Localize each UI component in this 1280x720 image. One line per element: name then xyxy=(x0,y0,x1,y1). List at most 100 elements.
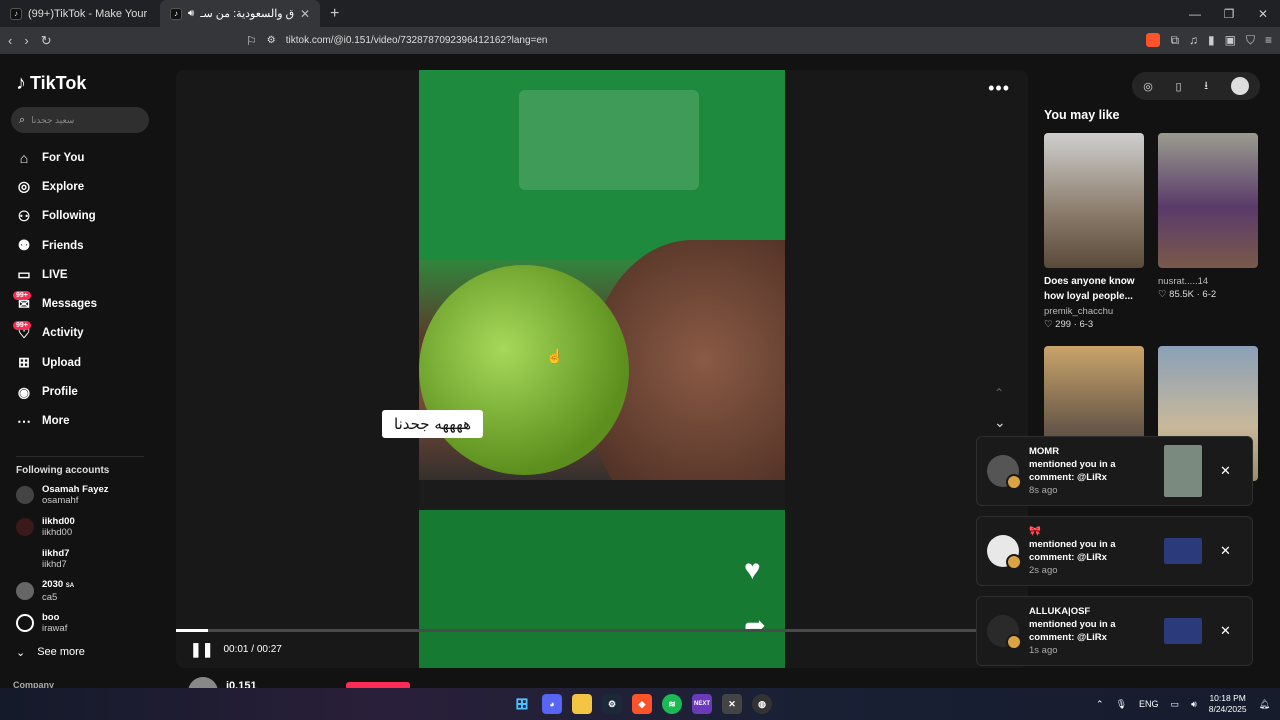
nav-profile[interactable]: ◉ Profile xyxy=(16,377,165,406)
account-item[interactable]: 2030 SA ca5 xyxy=(16,578,165,604)
file-explorer-icon[interactable] xyxy=(572,694,592,714)
card-title[interactable]: Does anyone know how loyal people... xyxy=(1044,274,1144,304)
account-item[interactable]: Osamah Fayez osamahf xyxy=(16,482,165,508)
misc-app-icon[interactable]: ◍ xyxy=(752,694,772,714)
avatar xyxy=(16,517,34,536)
nav-explore[interactable]: ◎ Explore xyxy=(16,172,165,201)
notification-thumbnail[interactable] xyxy=(1164,618,1202,644)
share-arrow-icon[interactable]: ➦ xyxy=(744,610,766,641)
menu-icon[interactable]: ≡ xyxy=(1265,33,1272,48)
speaker-icon[interactable]: 🔊︎ xyxy=(188,8,194,19)
account-item[interactable]: iikhd00 iikhd00 xyxy=(16,514,165,540)
nav-upload[interactable]: ⊞ Upload xyxy=(16,348,165,377)
nav-following[interactable]: ⚇ Following xyxy=(16,202,165,231)
notification-time: 8s ago xyxy=(1029,485,1058,496)
card-user[interactable]: premik_chacchu xyxy=(1044,306,1144,317)
back-icon[interactable]: ‹ xyxy=(8,33,12,49)
video-progress-bar[interactable] xyxy=(176,629,976,632)
card-user[interactable]: nusrat.....14 xyxy=(1158,276,1258,287)
following-accounts-heading: Following accounts xyxy=(16,455,144,476)
microphone-icon[interactable]: 🎙︎ xyxy=(1116,699,1127,710)
video-wig-region xyxy=(419,265,629,475)
device-icon[interactable]: ▯ xyxy=(1176,80,1182,93)
notification-toast[interactable]: ALLUKA|OSF mentioned you in a comment: @L… xyxy=(976,596,1253,666)
network-icon[interactable]: ▭ xyxy=(1171,699,1180,710)
notification-thumbnail[interactable] xyxy=(1164,445,1202,497)
extensions-icon[interactable]: ⧉ xyxy=(1170,33,1179,48)
next-app-icon[interactable]: NEXT xyxy=(692,694,712,714)
nav-label: Friends xyxy=(42,239,84,252)
sidebar: ♪ TikTok ⌕ سعيد جحدنا ⌂ For You ◎ Explore … xyxy=(0,54,165,690)
xbox-app-icon[interactable]: ✕ xyxy=(722,694,742,714)
download-icon[interactable]: ⭳ xyxy=(1204,77,1208,96)
system-tray: ⌃ 🎙︎ ENG ▭ 🔊︎ 10:18 PM 8/24/2025 🔔︎ xyxy=(1096,693,1270,715)
card-thumbnail[interactable] xyxy=(1044,133,1144,268)
url-field[interactable]: ⚐ ⚙ tiktok.com/@i0.151/video/73287870923… xyxy=(246,31,996,51)
close-icon[interactable]: ✕ xyxy=(1220,623,1231,639)
recommended-card[interactable]: nusrat.....14 ♡ 85.5K · 6-2 xyxy=(1158,133,1258,300)
discord-icon[interactable]: ◕ xyxy=(542,694,562,714)
notification-thumbnail[interactable] xyxy=(1164,538,1202,564)
site-info-icon[interactable]: ⚙ xyxy=(267,35,276,46)
brave-browser-icon[interactable]: ◆ xyxy=(632,694,652,714)
clock[interactable]: 10:18 PM 8/24/2025 xyxy=(1209,693,1247,715)
tab-title: مباراة العراق والسعودية: من سـ xyxy=(200,8,294,20)
steam-icon[interactable]: ⚙ xyxy=(602,694,622,714)
url-text[interactable]: tiktok.com/@i0.151/video/732878709239641… xyxy=(286,35,548,46)
coin-icon[interactable]: ◎ xyxy=(1143,80,1153,93)
taskbar-apps: ⊞ ◕ ⚙ ◆ ≋ NEXT ✕ ◍ xyxy=(512,694,772,714)
sidebar-icon[interactable]: ▮ xyxy=(1208,33,1215,48)
brave-shield-icon[interactable] xyxy=(1146,33,1161,47)
nav-live[interactable]: ▭ LIVE xyxy=(16,260,165,289)
chevron-up-icon[interactable]: ⌃ xyxy=(1096,699,1104,710)
video-caption: ههههه جحدنا xyxy=(382,410,484,438)
window-controls: — ❐ ✕ xyxy=(1178,0,1280,27)
avatar xyxy=(16,581,34,600)
forward-icon[interactable]: › xyxy=(24,33,28,49)
user-avatar[interactable] xyxy=(1230,77,1249,95)
video-player[interactable]: ••• ♥ ➦ ⌃ ⌄ xyxy=(176,70,1028,668)
windows-start-icon[interactable]: ⊞ xyxy=(512,694,532,714)
close-tab-icon[interactable]: ✕ xyxy=(300,7,310,21)
card-thumbnail[interactable] xyxy=(1158,133,1258,268)
wallet-icon[interactable]: ▣ xyxy=(1225,33,1236,48)
search-input[interactable]: ⌕ سعيد جحدنا xyxy=(11,107,149,133)
nav-label: For You xyxy=(42,151,85,164)
account-item[interactable]: boo irawaf xyxy=(16,610,165,636)
maximize-icon[interactable]: ❐ xyxy=(1212,0,1246,27)
bookmark-icon[interactable]: ⚐ xyxy=(246,34,257,48)
more-options-icon[interactable]: ••• xyxy=(988,78,1010,99)
close-window-icon[interactable]: ✕ xyxy=(1246,0,1280,27)
reload-icon[interactable]: ↻ xyxy=(41,33,52,49)
nav-label: Profile xyxy=(42,386,78,399)
notification-bell-icon[interactable]: 🔔︎ xyxy=(1259,699,1270,710)
nav-messages[interactable]: ✉ 99+ Messages xyxy=(13,289,165,318)
clock-date: 8/24/2025 xyxy=(1208,704,1247,714)
volume-icon[interactable]: 🔊︎ xyxy=(1191,699,1197,710)
minimize-icon[interactable]: — xyxy=(1178,0,1212,27)
spotify-icon[interactable]: ≋ xyxy=(662,694,682,714)
recommended-card[interactable]: Does anyone know how loyal people... pre… xyxy=(1044,133,1144,330)
language-indicator[interactable]: ENG xyxy=(1139,699,1159,709)
previous-video-icon[interactable]: ⌃ xyxy=(994,386,1004,400)
media-icon[interactable]: ♫ xyxy=(1189,33,1198,48)
account-item[interactable]: iikhd7 iikhd7 xyxy=(16,546,165,572)
close-icon[interactable]: ✕ xyxy=(1220,543,1231,559)
new-tab-button[interactable]: + xyxy=(320,0,349,27)
notification-toast[interactable]: 🎀 mentioned you in a comment: @LiRx 2s ago… xyxy=(976,516,1253,586)
tiktok-logo[interactable]: ♪ TikTok xyxy=(16,72,165,95)
close-icon[interactable]: ✕ xyxy=(1220,463,1231,479)
nav-for-you[interactable]: ⌂ For You xyxy=(16,143,165,172)
next-video-icon[interactable]: ⌄ xyxy=(994,414,1006,431)
see-more-button[interactable]: ⌄ See more xyxy=(16,646,165,659)
pause-icon[interactable]: ❚❚ xyxy=(190,641,213,658)
video-frame[interactable] xyxy=(419,70,785,668)
like-heart-icon[interactable]: ♥ xyxy=(744,554,761,586)
nav-friends[interactable]: ⚉ Friends xyxy=(16,231,165,260)
tab-video[interactable]: ♪ 🔊︎ مباراة العراق والسعودية: من سـ ✕ xyxy=(160,0,320,27)
tab-tiktok-home[interactable]: ♪ (99+)TikTok - Make Your Day xyxy=(0,0,160,27)
nav-more[interactable]: ⋯ More xyxy=(16,407,165,436)
vpn-icon[interactable]: ⛉ xyxy=(1246,33,1255,48)
notification-toast[interactable]: MOMR mentioned you in a comment: @LiRx 8s … xyxy=(976,436,1253,506)
nav-activity[interactable]: ♡ 99+ Activity xyxy=(13,319,165,348)
